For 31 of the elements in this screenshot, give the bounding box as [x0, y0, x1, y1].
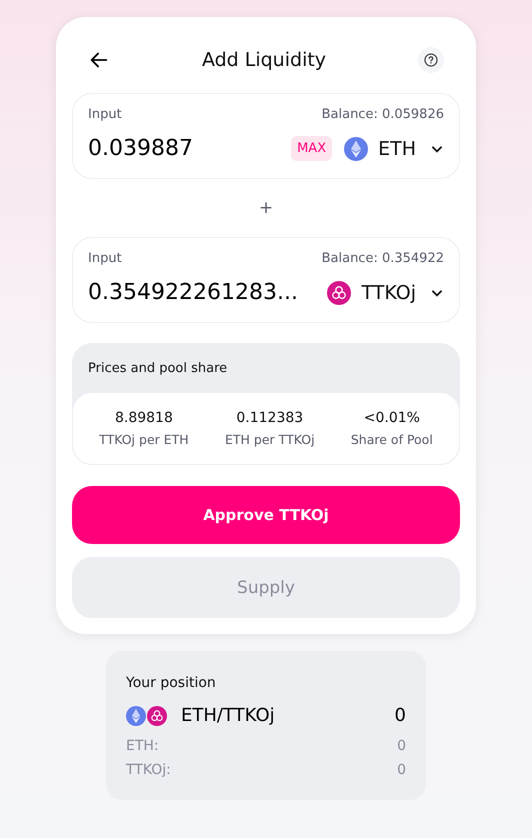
token-coin-icon [327, 280, 352, 304]
token-amount: 0 [397, 762, 406, 778]
balance-text: Balance: 0.354922 [322, 251, 444, 266]
plus-sign: + [258, 197, 274, 220]
amount-input[interactable]: 0.354922261283... [88, 280, 320, 305]
prices-title: Prices and pool share [87, 360, 228, 378]
price-label: ETH per TTKOj [225, 432, 315, 447]
token-coin-icon [147, 706, 167, 726]
position-title: Your position [126, 675, 217, 691]
token-selector[interactable]: TTKOj [327, 280, 444, 304]
price-value: 8.89818 [114, 410, 173, 426]
balance-text: Balance: 0.059826 [322, 107, 444, 122]
approve-button[interactable]: Approve TTKOj [72, 486, 460, 544]
page-title: Add Liquidity [202, 49, 326, 71]
token-selector[interactable]: ETH [344, 136, 444, 160]
pair-name: ETH/TTKOj [181, 705, 276, 726]
price-value: <0.01% [364, 410, 420, 426]
pair-amount: 0 [394, 705, 406, 726]
token-label: TTKOj: [126, 762, 171, 778]
token-amount: 0 [397, 738, 406, 754]
input-label: Input [88, 107, 122, 122]
price-label: Share of Pool [350, 432, 433, 447]
help-button[interactable] [418, 47, 444, 73]
amount-input[interactable]: 0.039887 [88, 136, 284, 161]
ethereum-coin-icon [126, 706, 146, 726]
input-label: Input [88, 251, 122, 266]
price-value: 0.112383 [236, 410, 304, 426]
token-label: ETH: [126, 738, 159, 754]
help-icon [422, 51, 440, 69]
ethereum-coin-icon [344, 136, 368, 160]
price-label: TTKOj per ETH [99, 432, 189, 447]
